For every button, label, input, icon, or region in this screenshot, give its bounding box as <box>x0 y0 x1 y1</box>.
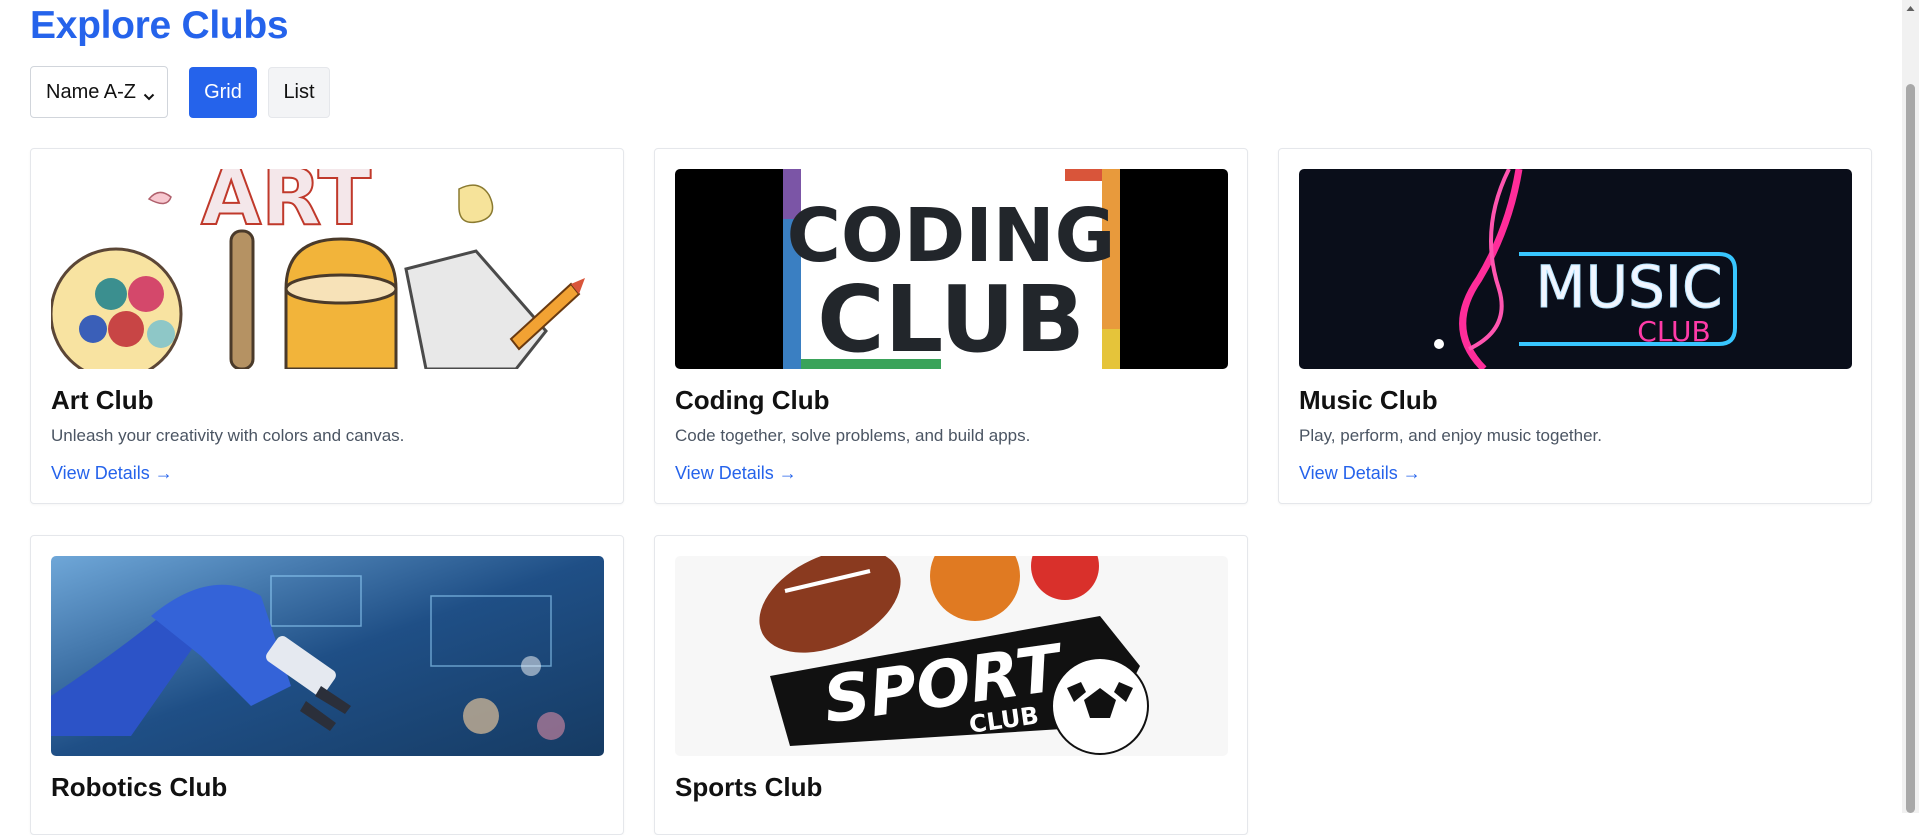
svg-text:CLUB: CLUB <box>817 266 1085 369</box>
club-name: Coding Club <box>675 385 830 415</box>
svg-text:MUSIC: MUSIC <box>1536 253 1723 321</box>
music-club-image: MUSIC CLUB <box>1299 169 1852 369</box>
svg-text:CLUB: CLUB <box>1637 315 1710 348</box>
scroll-up-arrow-icon[interactable] <box>1902 0 1919 17</box>
page: Explore Clubs Name A-Z Grid List ART Art… <box>30 0 1872 835</box>
coding-club-image: CODING CLUB <box>675 169 1228 369</box>
club-card: SPORT CLUB Sports Club <box>654 535 1248 835</box>
grid-view-button[interactable]: Grid <box>189 66 257 118</box>
robotics-club-image <box>51 556 604 756</box>
sports-club-image: SPORT CLUB <box>675 556 1228 756</box>
art-club-image: ART <box>51 169 604 369</box>
page-title: Explore Clubs <box>30 4 289 47</box>
view-details-link[interactable]: View Details → <box>1299 461 1421 485</box>
club-description: Code together, solve problems, and build… <box>675 426 1031 445</box>
club-description: Play, perform, and enjoy music together. <box>1299 426 1603 445</box>
sort-select-value: Name A-Z <box>46 80 137 103</box>
club-name: Robotics Club <box>51 772 228 802</box>
view-controls: Name A-Z Grid List <box>30 66 330 118</box>
club-card: MUSIC CLUB Music Club Play, perform, and… <box>1278 148 1872 504</box>
scrollbar-thumb[interactable] <box>1906 84 1915 813</box>
view-details-link[interactable]: View Details → <box>51 461 173 485</box>
sort-select[interactable]: Name A-Z <box>30 66 168 118</box>
club-card: ART Art Club Unleash your creativity wit… <box>30 148 624 504</box>
view-details-link[interactable]: View Details → <box>675 461 797 485</box>
club-card: Robotics Club <box>30 535 624 835</box>
club-description: Unleash your creativity with colors and … <box>51 426 405 445</box>
club-card: CODING CLUB Coding Club Code together, s… <box>654 148 1248 504</box>
club-name: Music Club <box>1299 385 1438 415</box>
chevron-down-icon <box>143 86 155 101</box>
list-view-button[interactable]: List <box>268 66 330 118</box>
vertical-scrollbar[interactable] <box>1902 0 1919 813</box>
svg-text:ART: ART <box>201 169 371 243</box>
club-name: Art Club <box>51 385 154 415</box>
club-name: Sports Club <box>675 772 823 802</box>
